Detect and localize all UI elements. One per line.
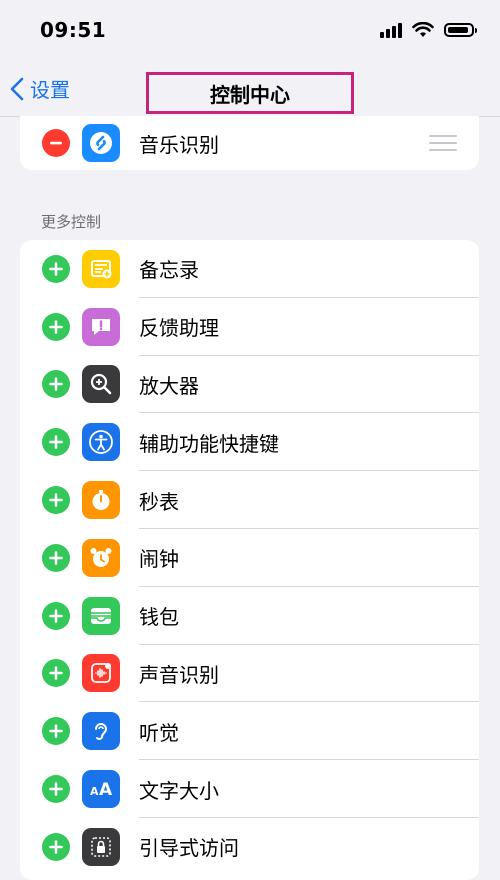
- page-title: 控制中心: [146, 72, 354, 114]
- add-button[interactable]: [42, 312, 70, 341]
- list-item: 引导式访问: [20, 818, 479, 876]
- plus-icon: [49, 724, 63, 739]
- list-item: 听觉: [20, 702, 479, 761]
- add-button[interactable]: [42, 370, 70, 399]
- svg-text:A: A: [99, 780, 113, 800]
- plus-icon: [49, 666, 63, 681]
- accessibility-icon: [82, 423, 120, 462]
- add-button[interactable]: [42, 601, 70, 630]
- plus-icon: [49, 493, 63, 507]
- remove-button[interactable]: [42, 129, 70, 157]
- list-item: 辅助功能快捷键: [20, 413, 479, 472]
- control-label: 秒表: [139, 489, 179, 514]
- add-button[interactable]: [42, 543, 70, 572]
- list-item: 备忘录: [20, 240, 479, 298]
- add-button[interactable]: [42, 775, 70, 804]
- wallet-icon: [82, 596, 120, 635]
- section-header: 更多控制: [41, 213, 102, 231]
- sound-recognition-icon: [82, 654, 120, 693]
- add-button[interactable]: [42, 254, 70, 283]
- cellular-signal-icon: [380, 22, 402, 38]
- add-button[interactable]: [42, 659, 70, 688]
- list-item: 音乐识别: [20, 116, 479, 170]
- alarm-icon: [82, 538, 120, 577]
- control-label: 引导式访问: [139, 836, 239, 861]
- magnifier-icon: [82, 365, 120, 404]
- minus-icon: [50, 141, 62, 145]
- control-label: 反馈助理: [139, 316, 219, 341]
- control-label: 辅助功能快捷键: [139, 431, 279, 456]
- included-controls-group: 音乐识别: [20, 116, 479, 170]
- list-item: AA 文字大小: [20, 760, 479, 818]
- control-label: 音乐识别: [139, 132, 219, 157]
- plus-icon: [49, 608, 63, 623]
- shazam-icon: [82, 124, 120, 162]
- stopwatch-icon: [82, 481, 120, 520]
- plus-icon: [49, 319, 63, 334]
- wifi-icon: [412, 22, 434, 37]
- list-item: 声音识别: [20, 645, 479, 703]
- back-label: 设置: [30, 78, 70, 102]
- plus-icon: [49, 377, 63, 392]
- navigation-bar: 设置 控制中心: [0, 62, 500, 116]
- reorder-handle-icon[interactable]: [429, 135, 457, 151]
- status-time: 09:51: [40, 18, 107, 42]
- control-label: 备忘录: [139, 258, 199, 283]
- feedback-icon: [82, 307, 120, 346]
- control-label: 钱包: [139, 605, 179, 630]
- control-label: 文字大小: [139, 778, 219, 803]
- list-item: 秒表: [20, 471, 479, 529]
- plus-icon: [49, 262, 63, 276]
- plus-icon: [49, 782, 63, 796]
- plus-icon: [49, 551, 63, 565]
- add-button[interactable]: [42, 832, 70, 861]
- text-size-icon: AA: [82, 770, 120, 809]
- status-bar: 09:51: [0, 0, 500, 62]
- add-button[interactable]: [42, 428, 70, 457]
- add-button[interactable]: [42, 486, 70, 515]
- plus-icon: [49, 435, 63, 450]
- list-item: 钱包: [20, 587, 479, 645]
- guided-access-icon: [82, 827, 120, 866]
- add-button[interactable]: [42, 717, 70, 746]
- status-icons: [380, 22, 477, 38]
- notes-icon: [82, 249, 120, 288]
- plus-icon: [49, 840, 63, 854]
- control-label: 放大器: [139, 373, 199, 398]
- battery-icon: [444, 23, 477, 37]
- chevron-left-icon: [10, 77, 24, 100]
- back-button[interactable]: 设置: [10, 74, 70, 103]
- list-item: 反馈助理: [20, 298, 479, 356]
- svg-text:A: A: [90, 785, 99, 798]
- list-item: 闹钟: [20, 529, 479, 587]
- list-item: 放大器: [20, 356, 479, 414]
- control-label: 声音识别: [139, 662, 219, 687]
- control-label: 闹钟: [139, 547, 179, 572]
- more-controls-group: 备忘录 反馈助理 放大器 辅助功能快捷键 秒表 闹钟 钱包 声音识别 听觉 A …: [20, 240, 479, 880]
- hearing-icon: [82, 712, 120, 751]
- control-label: 听觉: [139, 720, 179, 745]
